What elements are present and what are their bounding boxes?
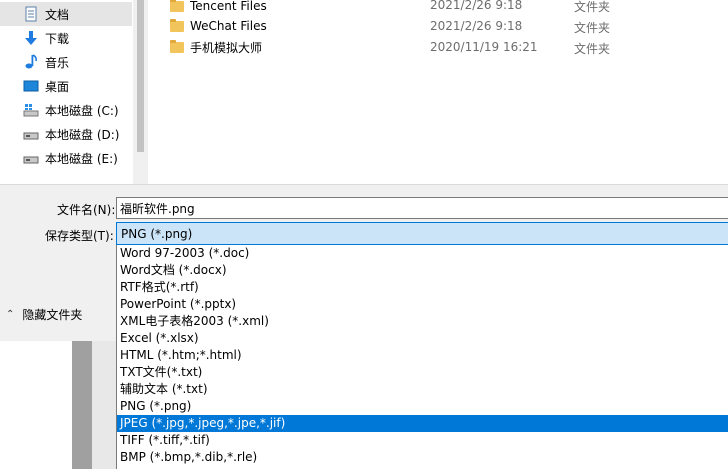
dropdown-option[interactable]: PNG (*.png) xyxy=(117,398,728,415)
nav-item-label: 文档 xyxy=(45,7,70,22)
nav-item-drive-d[interactable]: 本地磁盘 (D:) xyxy=(0,122,132,146)
nav-item-documents[interactable]: 文档 xyxy=(0,2,132,26)
file-row[interactable]: WeChat Files xyxy=(170,16,267,36)
filename-label: 文件名(N): xyxy=(57,203,116,217)
file-name: WeChat Files xyxy=(190,19,267,33)
nav-item-drive-e[interactable]: 本地磁盘 (E:) xyxy=(0,146,132,170)
nav-item-downloads[interactable]: 下载 xyxy=(0,26,132,50)
file-type: 文件夹 xyxy=(574,42,611,56)
download-icon xyxy=(23,30,39,46)
nav-item-drive-c[interactable]: 本地磁盘 (C:) xyxy=(0,98,132,122)
folder-icon xyxy=(170,0,184,12)
dropdown-option[interactable]: Excel (*.xlsx) xyxy=(117,330,728,347)
navigation-pane: 文档 下载 音乐 桌面 本地磁盘 (C:) 本地磁盘 (D:) 本地磁盘 (E:… xyxy=(0,0,148,184)
nav-item-label: 桌面 xyxy=(45,79,70,94)
folder-icon xyxy=(170,39,184,53)
file-type: 文件夹 xyxy=(574,21,611,35)
dropdown-option[interactable]: TXT文件(*.txt) xyxy=(117,364,728,381)
drive-c-icon xyxy=(23,102,39,118)
file-date: 2021/2/26 9:18 xyxy=(430,19,523,33)
file-row[interactable]: 手机模拟大师 xyxy=(170,37,262,57)
nav-item-label: 本地磁盘 (E:) xyxy=(45,151,118,166)
chevron-up-icon: ⌃ xyxy=(6,309,15,320)
document-icon xyxy=(23,6,39,22)
background-area xyxy=(0,341,116,469)
filename-input[interactable] xyxy=(116,197,728,219)
hide-folders-label: 隐藏文件夹 xyxy=(22,308,83,322)
save-type-select[interactable]: PNG (*.png) xyxy=(116,222,728,245)
nav-item-label: 下载 xyxy=(45,31,70,46)
nav-item-label: 本地磁盘 (D:) xyxy=(45,127,120,142)
divider xyxy=(92,341,116,469)
dropdown-option[interactable]: TIFF (*.tiff,*.tif) xyxy=(117,432,728,449)
nav-item-music[interactable]: 音乐 xyxy=(0,50,132,74)
folder-icon xyxy=(170,18,184,32)
desktop-icon xyxy=(23,78,39,94)
dropdown-option[interactable]: JPEG (*.jpg,*.jpeg,*.jpe,*.jif) xyxy=(117,415,728,432)
dropdown-option[interactable]: XML电子表格2003 (*.xml) xyxy=(117,313,728,330)
file-date: 2021/2/26 9:18 xyxy=(430,0,523,12)
nav-item-label: 本地磁盘 (C:) xyxy=(45,103,119,118)
dropdown-option[interactable]: HTML (*.htm;*.html) xyxy=(117,347,728,364)
scrollbar-thumb[interactable] xyxy=(137,0,144,152)
dropdown-option[interactable]: BMP (*.bmp,*.dib,*.rle) xyxy=(117,449,728,466)
file-name: Tencent Files xyxy=(190,0,267,13)
file-row[interactable]: Tencent Files xyxy=(170,0,267,16)
save-type-value: PNG (*.png) xyxy=(121,226,193,241)
save-type-label: 保存类型(T): xyxy=(45,229,114,243)
dropdown-option[interactable]: 辅助文本 (*.txt) xyxy=(117,381,728,398)
save-type-dropdown-list[interactable]: Word 97-2003 (*.doc) Word文档 (*.docx) RTF… xyxy=(116,245,728,469)
music-icon xyxy=(23,54,39,70)
file-date: 2020/11/19 16:21 xyxy=(430,40,538,54)
dropdown-option[interactable]: RTF格式(*.rtf) xyxy=(117,279,728,296)
nav-scrollbar[interactable] xyxy=(133,0,148,184)
drive-icon xyxy=(23,150,39,166)
dropdown-option[interactable]: Word 97-2003 (*.doc) xyxy=(117,245,728,262)
dropdown-option[interactable]: PowerPoint (*.pptx) xyxy=(117,296,728,313)
dropdown-option[interactable]: Word文档 (*.docx) xyxy=(117,262,728,279)
file-type: 文件夹 xyxy=(574,0,611,14)
hide-folders-button[interactable]: ⌃ 隐藏文件夹 xyxy=(6,306,82,323)
drive-icon xyxy=(23,126,39,142)
divider xyxy=(72,341,92,469)
nav-item-label: 音乐 xyxy=(45,55,70,70)
file-name: 手机模拟大师 xyxy=(190,40,263,55)
nav-item-desktop[interactable]: 桌面 xyxy=(0,74,132,98)
